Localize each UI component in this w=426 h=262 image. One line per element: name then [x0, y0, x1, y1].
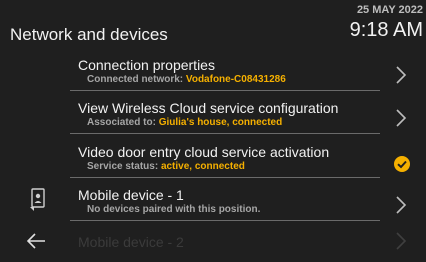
- chevron-right-icon[interactable]: [394, 107, 408, 129]
- divider: [70, 220, 380, 221]
- divider: [70, 177, 380, 178]
- date-label: 25 MAY 2022: [356, 4, 423, 16]
- service-status-value: active, connected: [160, 161, 245, 172]
- connected-network-value: Vodafone-C08431286: [185, 74, 286, 85]
- list-item-wireless-cloud-config[interactable]: View Wireless Cloud service configuratio…: [70, 97, 426, 142]
- divider: [70, 90, 380, 91]
- divider: [70, 133, 380, 134]
- check-circle-icon: [394, 156, 410, 172]
- list-item-video-door-activation[interactable]: Video door entry cloud service activatio…: [70, 141, 426, 186]
- list-item-mobile-device-2[interactable]: Mobile device - 2: [78, 234, 184, 250]
- page-title: Network and devices: [10, 25, 168, 44]
- list-item-subtitle: Connected network: Vodafone-C08431286: [87, 74, 286, 85]
- list-item-connection-properties[interactable]: Connection properties Connected network:…: [70, 54, 426, 99]
- chevron-right-icon[interactable]: [394, 194, 408, 216]
- chevron-right-icon: [396, 232, 407, 250]
- mobile-device-icon: [30, 188, 45, 211]
- back-arrow-icon[interactable]: [25, 231, 47, 251]
- list-item-title: Mobile device - 1: [78, 187, 184, 203]
- header-bar: Network and devices 25 MAY 2022 9:18 AM: [0, 0, 426, 50]
- time-label: 9:18 AM: [349, 19, 423, 41]
- list-item-subtitle: No devices paired with this position.: [87, 204, 261, 215]
- list-item-subtitle: Associated to: Giulia's house, connected: [87, 117, 283, 128]
- chevron-right-icon[interactable]: [394, 64, 408, 86]
- list-item-title: Video door entry cloud service activatio…: [78, 144, 330, 160]
- list-item-title: Connection properties: [78, 57, 215, 73]
- list-item-subtitle: Service status: active, connected: [87, 161, 245, 172]
- list-item-mobile-device-1[interactable]: Mobile device - 1 No devices paired with…: [70, 184, 426, 229]
- associated-to-value: Giulia's house, connected: [158, 117, 283, 128]
- list-item-title: View Wireless Cloud service configuratio…: [78, 100, 339, 116]
